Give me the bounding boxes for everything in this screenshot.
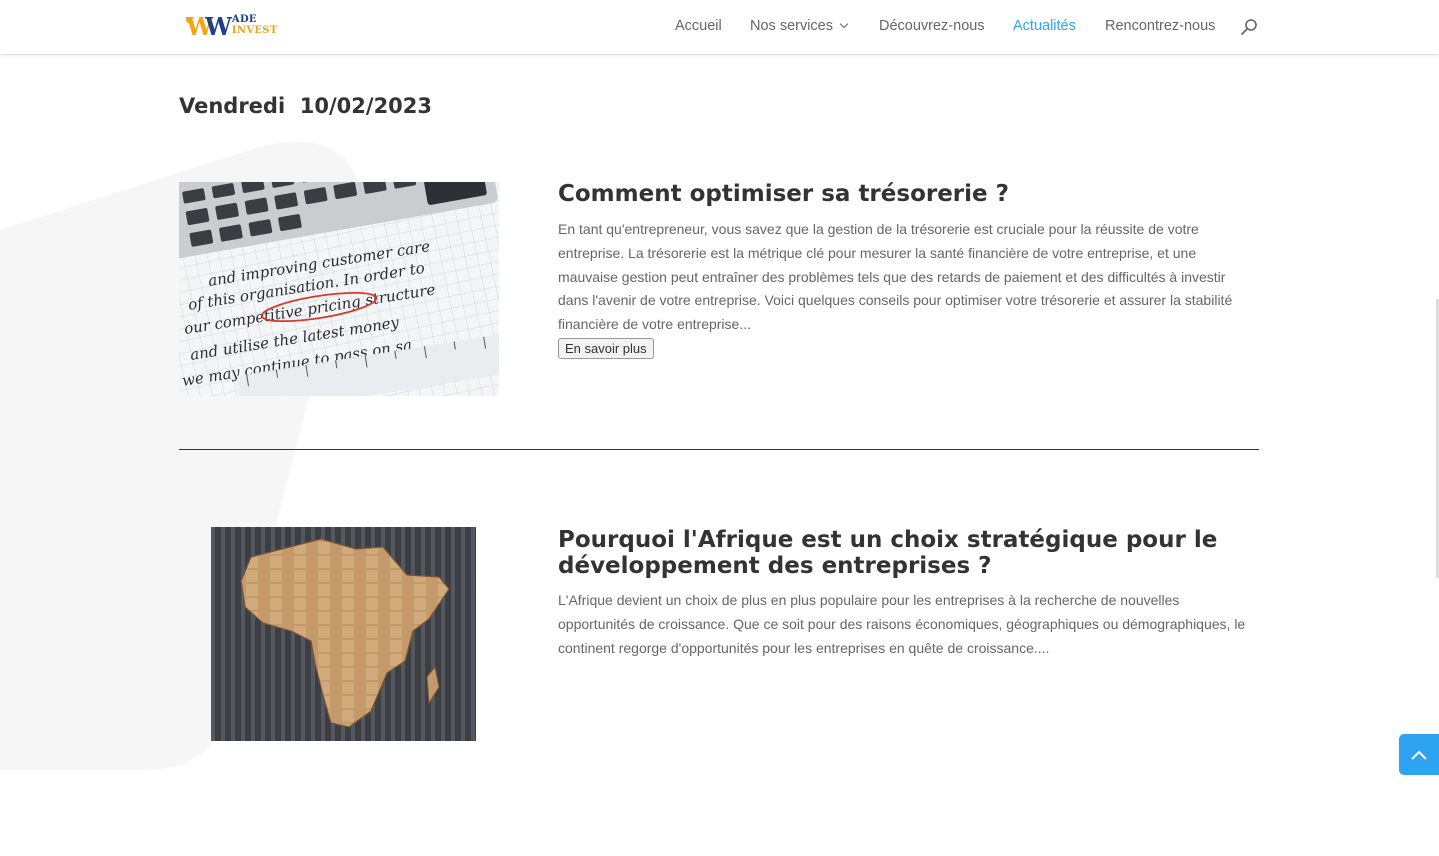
nav-item-rencontrez-nous[interactable]: Rencontrez-nous xyxy=(1105,18,1215,34)
chevron-down-icon xyxy=(839,19,849,29)
read-more-button[interactable]: En savoir plus xyxy=(558,338,654,359)
post-title[interactable]: Comment optimiser sa trésorerie ? xyxy=(558,181,1258,207)
site-header: WW ADE INVEST Accueil Nos services Décou… xyxy=(0,0,1439,54)
search-icon[interactable] xyxy=(1240,18,1258,36)
wooden-africa-map-image xyxy=(211,527,476,741)
page-date-heading: Vendredi 10/02/2023 xyxy=(179,94,433,118)
nav-item-nos-services[interactable]: Nos services xyxy=(750,18,849,34)
calculator-paper-image: and improving customer care of this orga… xyxy=(179,182,499,396)
back-to-top-button[interactable] xyxy=(1399,734,1439,775)
nav-item-accueil[interactable]: Accueil xyxy=(675,18,722,34)
post-divider xyxy=(179,449,1259,450)
logo[interactable]: WW ADE INVEST xyxy=(186,13,278,39)
chevron-up-icon xyxy=(1411,750,1427,760)
post-thumbnail-treasury[interactable]: and improving customer care of this orga… xyxy=(179,182,499,396)
post-excerpt: L'Afrique devient un choix de plus en pl… xyxy=(558,592,1246,656)
nav-item-decouvrez-nous[interactable]: Découvrez-nous xyxy=(879,18,985,34)
post-title[interactable]: Pourquoi l'Afrique est un choix stratégi… xyxy=(558,527,1258,579)
logo-text: ADE INVEST xyxy=(231,14,278,36)
post-excerpt: En tant qu'entrepreneur, vous savez que … xyxy=(558,221,1233,333)
post-thumbnail-africa[interactable] xyxy=(211,527,476,741)
logo-mark: WW xyxy=(186,12,232,41)
nav-item-actualites[interactable]: Actualités xyxy=(1013,18,1076,34)
